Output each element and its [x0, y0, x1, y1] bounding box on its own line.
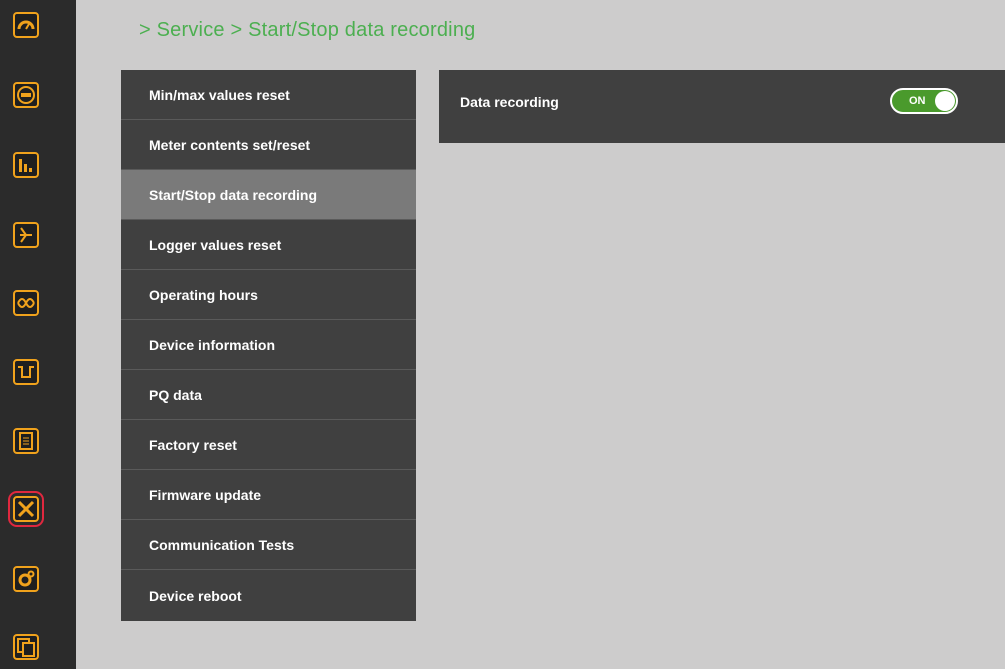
menu-item-label: Meter contents set/reset [149, 136, 311, 153]
gears-icon[interactable] [13, 566, 39, 592]
menu-item-device-information[interactable]: Device information [121, 320, 416, 370]
copy-icon[interactable] [13, 634, 39, 660]
tools-icon[interactable] [8, 491, 44, 527]
menu-item-factory-reset[interactable]: Factory reset [121, 420, 416, 470]
menu-item-min-max-reset[interactable]: Min/max values reset [121, 70, 416, 120]
menu-item-meter-contents[interactable]: Meter contents set/reset [121, 120, 416, 170]
menu-item-pq-data[interactable]: PQ data [121, 370, 416, 420]
menu-item-communication-tests[interactable]: Communication Tests [121, 520, 416, 570]
menu-item-label: Min/max values reset [149, 86, 290, 103]
menu-item-label: Start/Stop data recording [149, 186, 318, 203]
phasor-icon[interactable] [13, 222, 39, 248]
pulse-icon[interactable] [13, 359, 39, 385]
data-recording-toggle[interactable]: ON [890, 88, 958, 114]
menu-item-label: Communication Tests [149, 536, 295, 553]
menu-item-device-reboot[interactable]: Device reboot [121, 570, 416, 621]
menu-item-label: Firmware update [149, 486, 262, 503]
data-recording-label: Data recording [460, 94, 559, 110]
icon-rail [0, 0, 76, 669]
menu-item-label: Device information [149, 336, 276, 353]
menu-item-label: Operating hours [149, 286, 258, 303]
menu-item-label: PQ data [149, 386, 202, 403]
menu-item-operating-hours[interactable]: Operating hours [121, 270, 416, 320]
toggle-state-label: ON [909, 95, 926, 107]
menu-item-label: Factory reset [149, 436, 237, 453]
bar-chart-icon[interactable] [13, 152, 39, 178]
speedometer-icon[interactable] [13, 12, 39, 38]
document-icon[interactable] [13, 428, 39, 454]
menu-item-start-stop-recording[interactable]: Start/Stop data recording [121, 170, 416, 220]
menu-item-logger-reset[interactable]: Logger values reset [121, 220, 416, 270]
menu-item-firmware-update[interactable]: Firmware update [121, 470, 416, 520]
menu-item-label: Device reboot [149, 587, 242, 604]
service-menu: Min/max values reset Meter contents set/… [121, 70, 416, 621]
data-recording-panel: Data recording ON [439, 70, 1005, 143]
meter-icon[interactable] [13, 82, 39, 108]
menu-item-label: Logger values reset [149, 236, 282, 253]
waveform-icon[interactable] [13, 290, 39, 316]
breadcrumb: > Service > Start/Stop data recording [139, 19, 476, 41]
toggle-knob [935, 91, 955, 111]
